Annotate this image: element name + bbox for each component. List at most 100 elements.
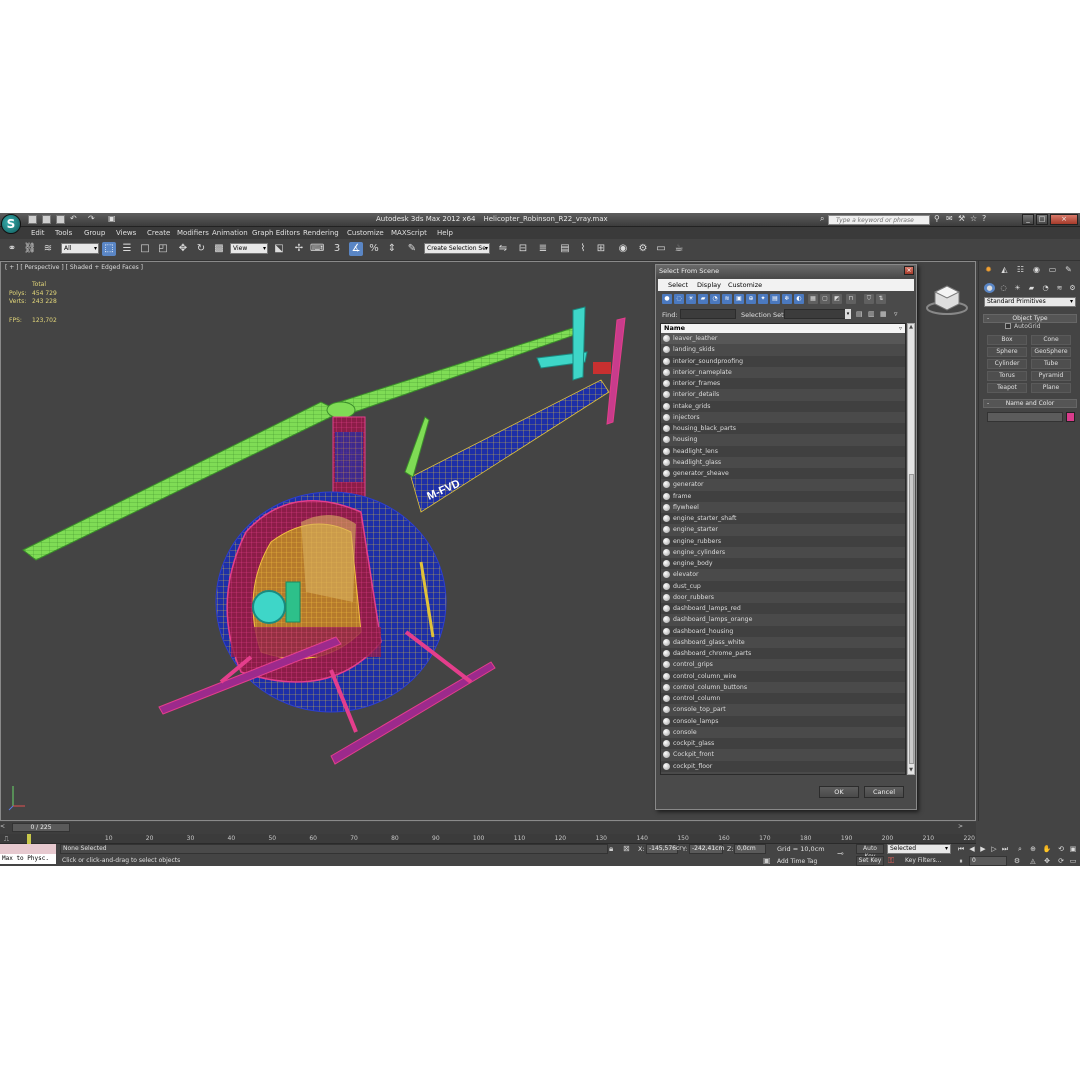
list-item[interactable]: interior_frames — [661, 378, 905, 390]
utilities-tab-icon[interactable]: ✎ — [1063, 264, 1074, 275]
scroll-up-icon[interactable]: ▲ — [908, 324, 914, 331]
create-selection-set-icon[interactable]: ▤ — [856, 310, 864, 318]
rendered-frame-window-icon[interactable]: ▭ — [654, 242, 668, 256]
next-frame-icon[interactable]: ▷ — [989, 844, 999, 854]
list-item[interactable]: console_lamps — [661, 715, 905, 727]
menu-create[interactable]: Create — [147, 229, 170, 237]
pivot-center-icon[interactable]: ⬕ — [272, 242, 286, 256]
default-in-out-tangents-icon[interactable]: ⊸ — [837, 849, 844, 858]
display-helpers-icon[interactable]: ◔ — [710, 294, 720, 304]
time-slider-next-icon[interactable]: > — [958, 823, 963, 830]
list-item[interactable]: door_rubbers — [661, 591, 905, 603]
select-object-icon[interactable]: ⬚ — [102, 242, 116, 256]
layer-manager-icon[interactable]: ≣ — [536, 242, 550, 256]
shapes-icon[interactable]: ◌ — [998, 283, 1009, 293]
go-to-end-icon[interactable]: ⏭ — [1000, 844, 1010, 854]
align-icon[interactable]: ⊟ — [516, 242, 530, 256]
display-tab-icon[interactable]: ▭ — [1047, 264, 1058, 275]
display-xrefs-icon[interactable]: ⊕ — [746, 294, 756, 304]
zoom-all-icon[interactable]: ⊕ — [1028, 844, 1038, 854]
list-item[interactable]: engine_starter — [661, 524, 905, 536]
list-item[interactable]: dashboard_glass_white — [661, 636, 905, 648]
snaps-toggle-icon[interactable]: 3 — [330, 242, 344, 256]
plane-button[interactable]: Plane — [1031, 383, 1071, 393]
object-name-field[interactable] — [987, 412, 1063, 422]
edit-named-selection-icon[interactable]: ✎ — [405, 242, 419, 256]
search-box[interactable] — [828, 215, 930, 225]
open-file-icon[interactable] — [42, 215, 51, 224]
auto-key-button[interactable]: Auto Key — [856, 844, 884, 860]
menu-edit[interactable]: Edit — [31, 229, 45, 237]
selection-set-dropdown-icon[interactable]: ▾ — [845, 309, 851, 319]
list-item[interactable]: interior_soundproofing — [661, 355, 905, 367]
walkthrough-icon[interactable]: ✥ — [1042, 856, 1052, 866]
dialog-close-icon[interactable]: × — [904, 266, 914, 275]
previous-frame-icon[interactable]: ◀ — [967, 844, 977, 854]
render-setup-icon[interactable]: ⚙ — [636, 242, 650, 256]
sphere-button[interactable]: Sphere — [987, 347, 1027, 357]
selection-lock-icon[interactable]: 🔒︎ — [609, 844, 613, 854]
render-production-icon[interactable]: ☕ — [672, 242, 686, 256]
hierarchy-tab-icon[interactable]: ☷ — [1015, 264, 1026, 275]
cone-button[interactable]: Cone — [1031, 335, 1071, 345]
list-item[interactable]: generator_sheave — [661, 468, 905, 480]
reference-coordinate-dropdown[interactable]: View — [230, 243, 268, 254]
schematic-view-icon[interactable]: ⊞ — [594, 242, 608, 256]
helpers-icon[interactable]: ◔ — [1040, 283, 1051, 293]
percent-snap-icon[interactable]: % — [367, 242, 381, 256]
list-item[interactable]: engine_body — [661, 558, 905, 570]
search-input[interactable] — [829, 216, 929, 225]
maximize-icon[interactable]: □ — [1036, 214, 1048, 225]
space-warps-icon[interactable]: ≋ — [1054, 283, 1065, 293]
lights-icon[interactable]: ☀ — [1012, 283, 1023, 293]
list-item[interactable]: housing — [661, 434, 905, 446]
list-item[interactable]: engine_cylinders — [661, 546, 905, 558]
select-and-scale-icon[interactable]: ▩ — [212, 242, 226, 256]
maxscript-listener-input[interactable]: Max to Physc. — [0, 854, 56, 864]
key-filters-button[interactable]: Key Filters... — [905, 857, 942, 864]
maxscript-listener-output[interactable] — [0, 844, 56, 854]
keyboard-shortcut-override-icon[interactable]: ⌨ — [310, 242, 324, 256]
list-item[interactable]: leaver_leather — [661, 333, 905, 345]
selection-set-input[interactable] — [784, 309, 850, 319]
object-color-swatch[interactable] — [1066, 412, 1075, 422]
list-scrollbar[interactable]: ▲ ▼ — [907, 323, 915, 775]
list-item[interactable]: dust_cup — [661, 580, 905, 592]
list-item[interactable]: interior_details — [661, 389, 905, 401]
display-cameras-icon[interactable]: ▰ — [698, 294, 708, 304]
list-item[interactable]: headlight_lens — [661, 445, 905, 457]
torus-button[interactable]: Torus — [987, 371, 1027, 381]
geometry-icon[interactable]: ● — [984, 283, 995, 293]
named-selection-dropdown[interactable]: Create Selection Se — [424, 243, 490, 254]
display-bones-icon[interactable]: ✦ — [758, 294, 768, 304]
z-coord-field[interactable]: 0,0cm — [734, 844, 766, 854]
menu-views[interactable]: Views — [116, 229, 136, 237]
dialog-menu-select[interactable]: Select — [668, 281, 688, 289]
play-icon[interactable]: ▶ — [978, 844, 988, 854]
list-item[interactable]: console — [661, 726, 905, 738]
new-file-icon[interactable] — [28, 215, 37, 224]
orbit-subobject-icon[interactable]: ⟳ — [1056, 856, 1066, 866]
column-menu-icon[interactable]: ▿ — [899, 324, 902, 333]
name-and-color-rollout[interactable]: - Name and Color — [983, 399, 1077, 408]
maximize-viewport-icon[interactable]: ▣ — [1068, 844, 1078, 854]
menu-modifiers[interactable]: Modifiers — [177, 229, 209, 237]
find-input[interactable] — [680, 309, 736, 319]
rectangular-selection-icon[interactable]: □ — [138, 242, 152, 256]
window-crossing-icon[interactable]: ◰ — [156, 242, 170, 256]
list-item[interactable]: dashboard_lamps_red — [661, 603, 905, 615]
y-coord-field[interactable]: -242,41cm — [689, 844, 724, 854]
open-mini-curve-editor-icon[interactable]: ⎍ — [4, 835, 9, 844]
list-item[interactable]: dashboard_lamps_orange — [661, 614, 905, 626]
list-item[interactable]: generator — [661, 479, 905, 491]
add-time-tag[interactable]: Add Time Tag — [777, 858, 817, 865]
list-item[interactable]: headlight_glass — [661, 456, 905, 468]
menu-animation[interactable]: Animation — [212, 229, 248, 237]
display-invert-icon[interactable]: ◩ — [832, 294, 842, 304]
subscription-icon[interactable]: ✉ — [946, 214, 953, 223]
time-slider-thumb[interactable]: 0 / 225 — [12, 823, 70, 832]
list-item[interactable]: injectors — [661, 411, 905, 423]
menu-customize[interactable]: Customize — [347, 229, 384, 237]
unlink-icon[interactable]: ⛓ — [23, 242, 37, 256]
spinner-snap-icon[interactable]: ⇕ — [385, 242, 399, 256]
